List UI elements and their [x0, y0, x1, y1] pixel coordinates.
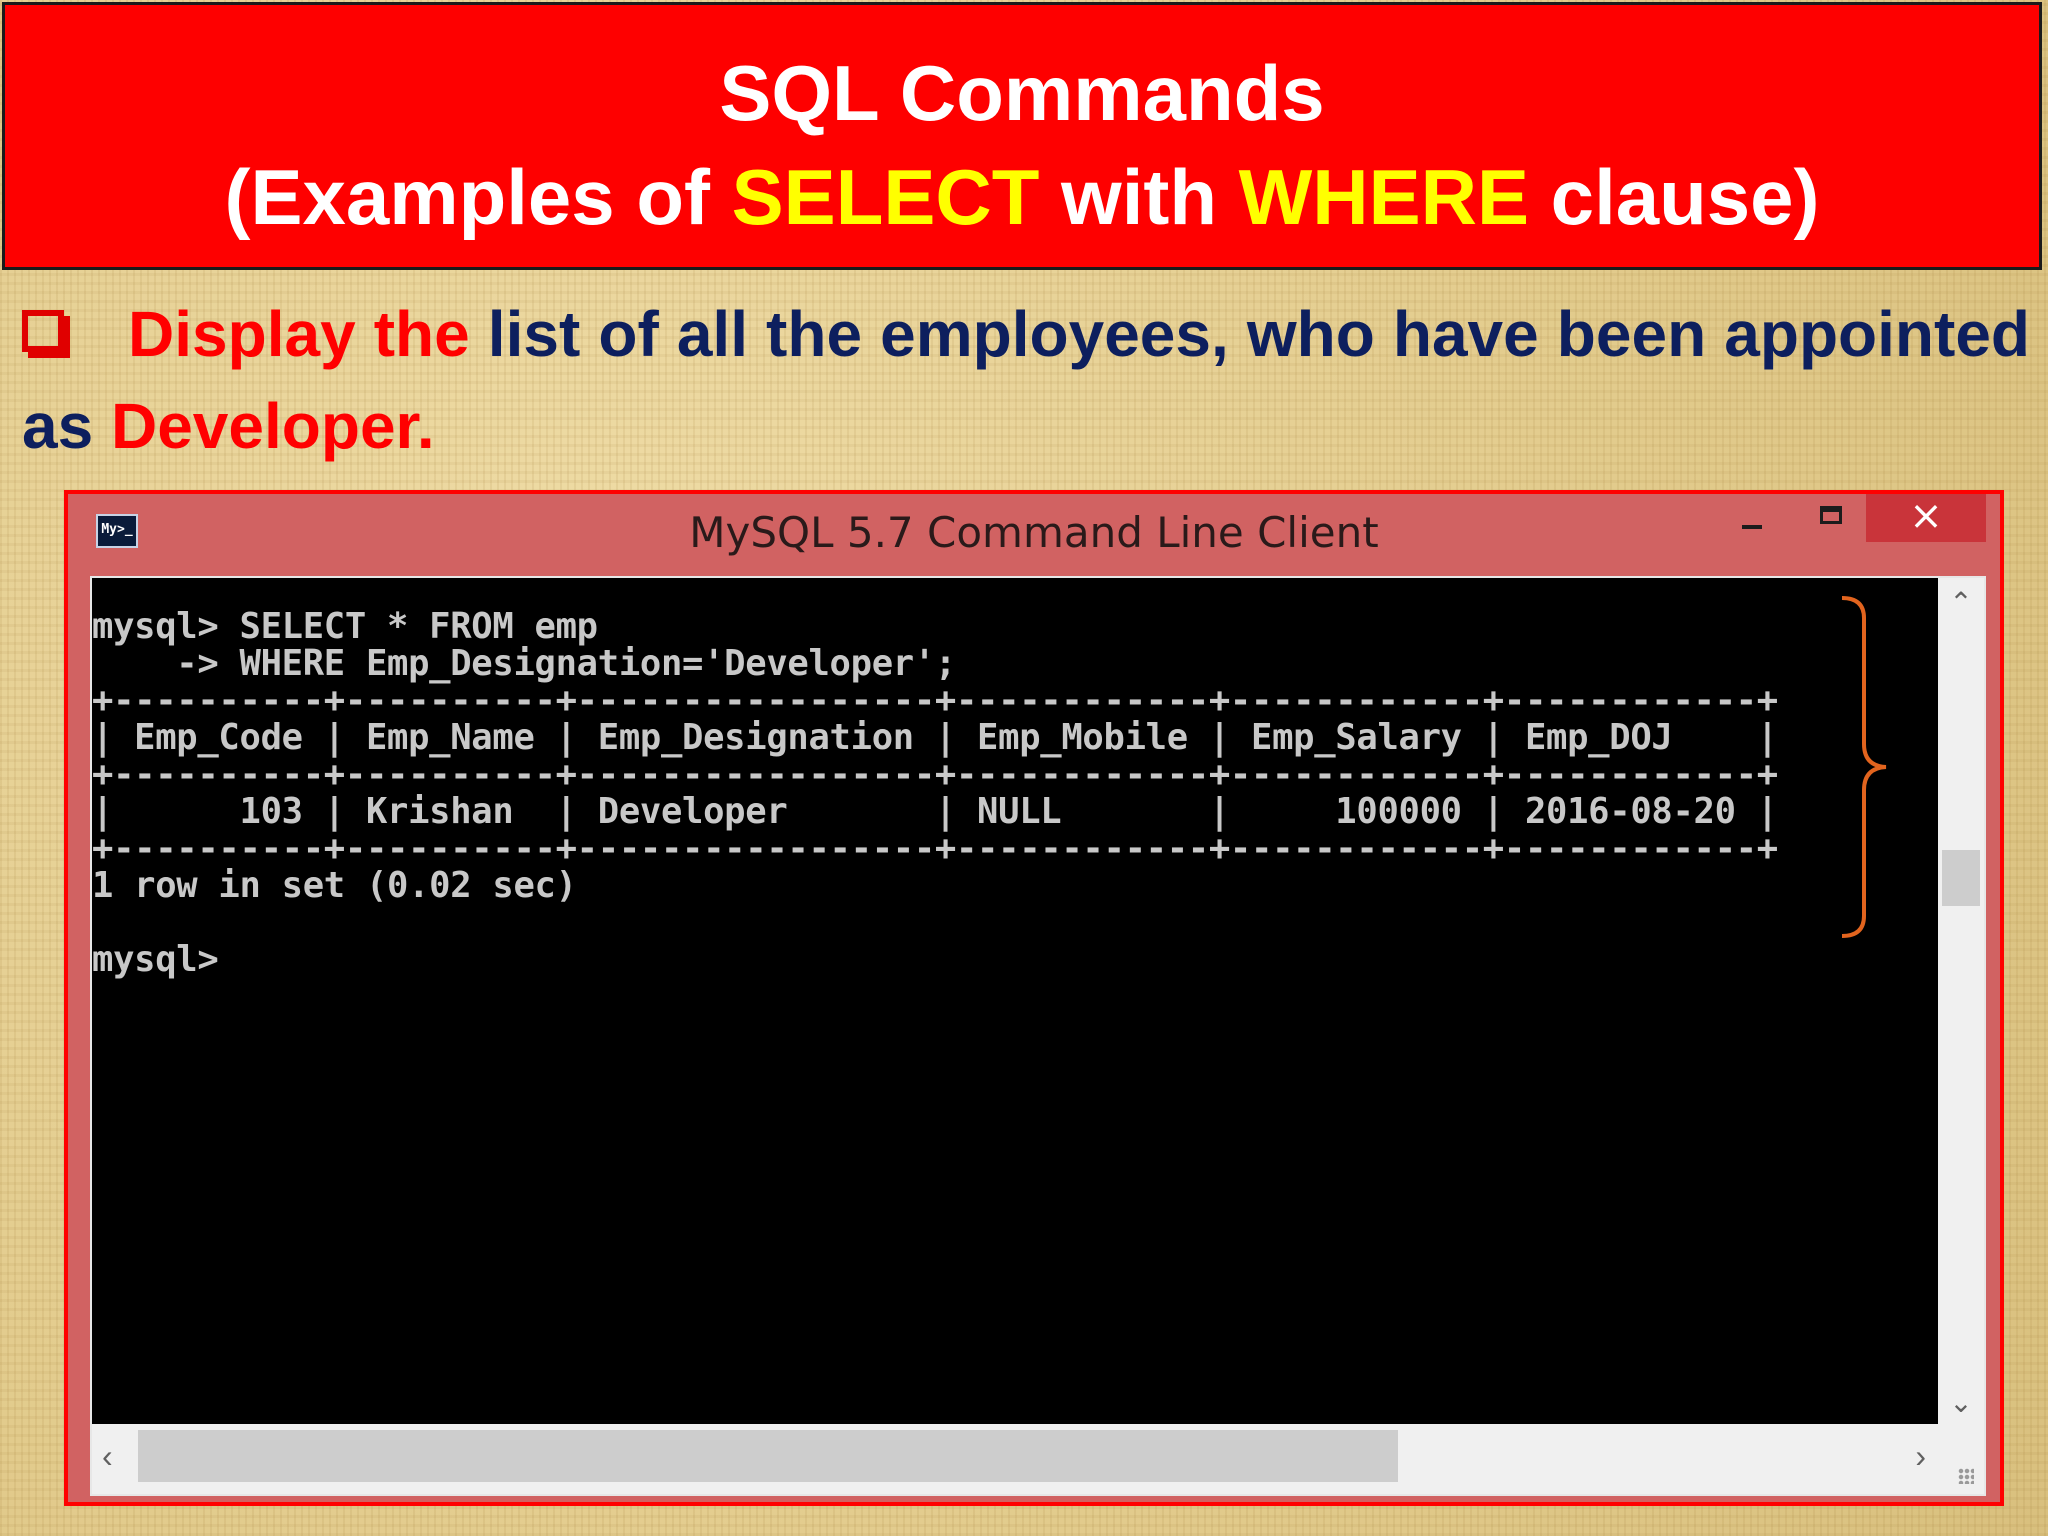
console-line: mysql> SELECT * FROM emp: [92, 606, 598, 647]
console-line: -> WHERE Emp_Designation='Developer';: [92, 643, 956, 684]
console-line: mysql>: [92, 939, 219, 980]
title-banner: SQL Commands (Examples of SELECT with WH…: [2, 2, 2042, 270]
console-line: +----------+----------+-----------------…: [92, 754, 1778, 795]
bullet-point: Display the list of all the employees, w…: [22, 288, 2030, 472]
console-line: | Emp_Code | Emp_Name | Emp_Designation …: [92, 717, 1778, 758]
subtitle-where-keyword: WHERE: [1238, 153, 1530, 241]
slide-title: SQL Commands: [719, 49, 1325, 137]
bullet-red-developer: Developer.: [110, 390, 435, 462]
bullet-red-text: Display the: [128, 298, 470, 370]
scroll-right-icon[interactable]: ›: [1915, 1438, 1926, 1475]
mysql-client-window: My>_ MySQL 5.7 Command Line Client × mys…: [64, 490, 2004, 1506]
scroll-down-icon[interactable]: ⌄: [1938, 1386, 1984, 1418]
checkbox-bullet-icon: [22, 310, 64, 352]
vertical-scrollbar[interactable]: ⌃ ⌄: [1938, 578, 1984, 1424]
console-area[interactable]: mysql> SELECT * FROM emp -> WHERE Emp_De…: [90, 576, 1986, 1496]
vertical-scroll-thumb[interactable]: [1942, 850, 1980, 906]
window-title: MySQL 5.7 Command Line Client: [689, 508, 1379, 557]
slide-subtitle: (Examples of SELECT with WHERE clause): [5, 145, 2039, 249]
subtitle-select-keyword: SELECT: [731, 153, 1040, 241]
console-line: | 103 | Krishan | Developer | NULL | 100…: [92, 791, 1778, 832]
console-line: +----------+----------+-----------------…: [92, 828, 1778, 869]
window-titlebar[interactable]: My>_ MySQL 5.7 Command Line Client ×: [68, 494, 2000, 576]
close-button[interactable]: ×: [1866, 494, 1986, 542]
console-line: +----------+----------+-----------------…: [92, 680, 1778, 721]
curly-brace-annotation-icon: [1841, 596, 1887, 938]
horizontal-scroll-thumb[interactable]: [138, 1430, 1398, 1482]
console-line: 1 row in set (0.02 sec): [92, 865, 577, 906]
subtitle-part1: (Examples of: [224, 153, 732, 241]
resize-grip-icon[interactable]: [1938, 1424, 1984, 1494]
subtitle-part3: clause): [1529, 153, 1820, 241]
console-output[interactable]: mysql> SELECT * FROM emp -> WHERE Emp_De…: [92, 578, 1938, 1424]
subtitle-part2: with: [1039, 153, 1239, 241]
scroll-left-icon[interactable]: ‹: [102, 1438, 113, 1475]
maximize-button[interactable]: [1808, 498, 1858, 542]
horizontal-scrollbar[interactable]: ‹ ›: [92, 1424, 1938, 1494]
minimize-button[interactable]: [1728, 498, 1778, 542]
scroll-up-icon[interactable]: ⌃: [1938, 586, 1984, 618]
